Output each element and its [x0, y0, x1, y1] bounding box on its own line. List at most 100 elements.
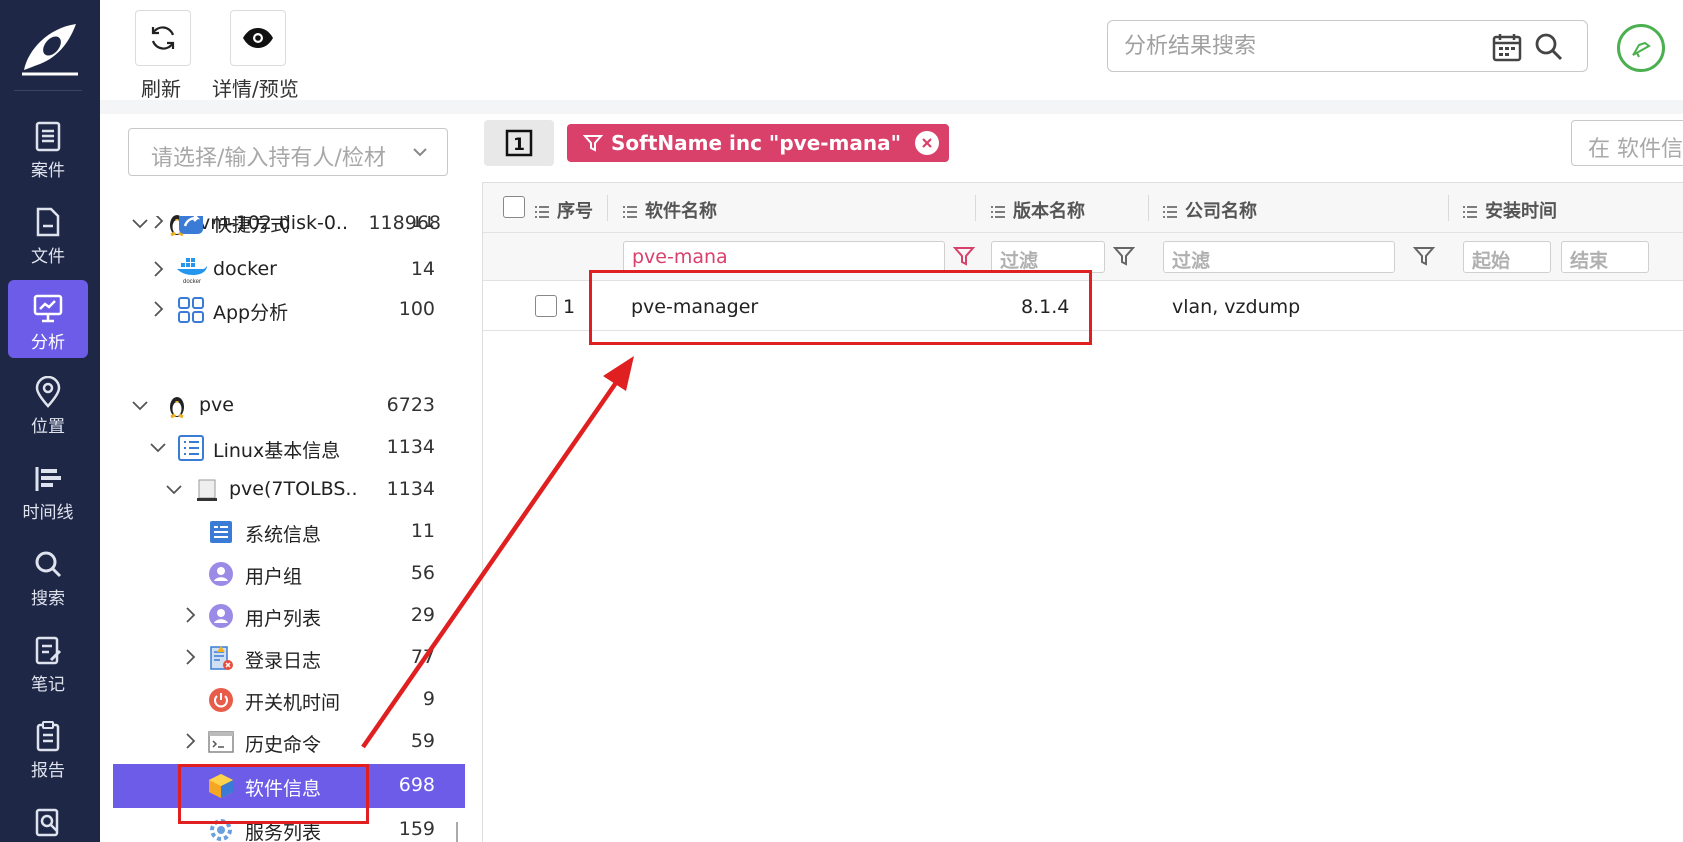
tree-node-power-time[interactable]: 开关机时间 9: [113, 680, 465, 720]
nav-item-report[interactable]: 报告: [8, 708, 88, 786]
nav-item-case[interactable]: 案件: [8, 108, 88, 186]
case-icon: [35, 121, 61, 152]
column-header-index[interactable]: 序号: [535, 197, 593, 223]
tree-node-login-log[interactable]: 登录日志 77: [113, 638, 465, 678]
report-search-icon: [35, 808, 59, 837]
refresh-label: 刷新: [141, 77, 181, 101]
tree-node-pve[interactable]: pve 6723: [113, 386, 465, 426]
in-category-search-input[interactable]: 在 软件信息: [1571, 120, 1683, 166]
filter-active-icon[interactable]: [953, 245, 975, 267]
nav-label: 报告: [31, 761, 65, 781]
app-logo: [22, 24, 78, 76]
owner-select[interactable]: 请选择/输入持有人/检材: [128, 128, 448, 176]
remove-filter-button[interactable]: [915, 131, 940, 155]
location-icon: [35, 376, 61, 408]
chevron-right-icon[interactable]: [181, 606, 199, 624]
chevron-down-icon: [413, 148, 427, 157]
user-group-icon: [209, 562, 233, 586]
nav-item-analysis[interactable]: 分析: [8, 280, 88, 358]
column-label: 公司名称: [1185, 201, 1257, 222]
result-search-box: [1107, 20, 1588, 72]
nav-item-search[interactable]: 搜索: [8, 536, 88, 614]
column-toggle-button[interactable]: 1: [484, 120, 554, 166]
column-label: 版本名称: [1013, 201, 1085, 222]
tree-node-label: 快捷方式: [213, 216, 290, 236]
filter-chip-label: SoftName inc "pve-mana": [611, 131, 902, 155]
notes-icon: [35, 636, 62, 665]
filter-icon[interactable]: [1113, 245, 1135, 267]
tree-node-history-commands[interactable]: 历史命令 59: [113, 722, 465, 762]
tree-node-count: 14: [410, 258, 435, 280]
column-header-company[interactable]: 公司名称: [1163, 197, 1257, 223]
nav-item-notes[interactable]: 笔记: [8, 622, 88, 700]
result-search-input[interactable]: [1124, 31, 1474, 61]
notification-button[interactable]: [1617, 24, 1665, 72]
column-header-install-time[interactable]: 安装时间: [1463, 197, 1557, 223]
filter-chip[interactable]: SoftName inc "pve-mana": [567, 124, 950, 162]
tree-node-label: 用户组: [245, 566, 303, 588]
install-end-input[interactable]: 结束: [1561, 241, 1649, 273]
column-divider: [1148, 195, 1149, 221]
tree-node-shortcut[interactable]: 快捷方式 11: [113, 216, 465, 242]
tree-node-label: docker: [213, 258, 277, 280]
column-menu-icon: [623, 206, 637, 218]
chevron-right-icon[interactable]: [181, 732, 199, 750]
results-panel: 1 SoftName inc "pve-mana" 在 软件信息 序号 软件名称: [473, 114, 1683, 842]
list-icon: [178, 435, 204, 461]
tree-node-user-group[interactable]: 用户组 56: [113, 554, 465, 594]
filter-icon[interactable]: [1413, 245, 1435, 267]
tree-node-label: 历史命令: [245, 734, 322, 756]
soft-name-filter-input[interactable]: pve-mana: [623, 241, 945, 273]
cell-index: 1: [563, 296, 576, 318]
detail-preview-button[interactable]: [230, 10, 286, 66]
tree-node-pve-host[interactable]: pve(7TOLBS... 1134: [113, 470, 465, 510]
tree-node-label: 登录日志: [245, 650, 322, 672]
tree-scrollbar[interactable]: [456, 822, 458, 842]
nav-item-more[interactable]: [8, 794, 88, 842]
tree-node-system-info[interactable]: 系统信息 11: [113, 512, 465, 552]
nav-item-timeline[interactable]: 时间线: [8, 450, 88, 528]
app-grid-icon: [178, 297, 204, 323]
table-header: 序号 软件名称 版本名称 公司名称 安装时间: [483, 183, 1683, 233]
column-header-version[interactable]: 版本名称: [991, 197, 1085, 223]
tree-node-count: 29: [410, 604, 435, 626]
nav-separator: [14, 90, 82, 91]
timeline-icon: [35, 467, 61, 491]
app-window: 案件 文件 分析 位置 时间线 搜索 笔记 报告 刷新 详情/预览 分析结果搜索…: [0, 0, 1683, 842]
chevron-right-icon[interactable]: [149, 216, 167, 230]
tree-node-label: App分析: [213, 302, 289, 324]
annotation-box-result: [589, 270, 1092, 345]
column-menu-icon: [1463, 206, 1477, 218]
tree-node-user-list[interactable]: 用户列表 29: [113, 596, 465, 636]
evidence-tree-panel: 请选择/输入持有人/检材 vm-102-disk-0... 118968 快捷方…: [113, 114, 465, 842]
refresh-icon: [151, 26, 175, 50]
tree-node-label: 开关机时间: [245, 692, 341, 714]
chevron-right-icon[interactable]: [149, 260, 167, 278]
chevron-right-icon[interactable]: [149, 300, 167, 318]
version-filter-input[interactable]: 过滤: [991, 241, 1105, 273]
tree-node-app-analysis[interactable]: App分析 100: [113, 290, 465, 330]
column-header-soft-name[interactable]: 软件名称: [623, 197, 717, 223]
nav-item-file[interactable]: 文件: [8, 194, 88, 272]
chevron-down-icon[interactable]: [165, 480, 183, 498]
chevron-down-icon[interactable]: [149, 438, 167, 456]
company-filter-input[interactable]: 过滤: [1163, 241, 1395, 273]
column-divider: [1448, 195, 1449, 221]
tree-node-linux-basic-info[interactable]: Linux基本信息 1134: [113, 428, 465, 468]
select-all-checkbox[interactable]: [503, 196, 525, 218]
row-checkbox[interactable]: [535, 295, 557, 317]
install-start-input[interactable]: 起始: [1463, 241, 1551, 273]
tree-node-docker[interactable]: docker docker 14: [113, 250, 465, 290]
refresh-button[interactable]: [135, 10, 191, 66]
chevron-right-icon[interactable]: [181, 648, 199, 666]
chevron-down-icon[interactable]: [131, 396, 149, 414]
toolbar-divider-strip: [100, 100, 1683, 114]
svg-text:docker: docker: [183, 279, 201, 284]
column-menu-icon: [1163, 206, 1177, 218]
column-label: 安装时间: [1485, 201, 1557, 222]
search-icon[interactable]: [1534, 32, 1564, 62]
nav-item-location[interactable]: 位置: [8, 364, 88, 442]
user-list-icon: [209, 604, 233, 628]
calendar-icon[interactable]: [1492, 32, 1522, 62]
tree-node-count: 9: [422, 688, 435, 710]
